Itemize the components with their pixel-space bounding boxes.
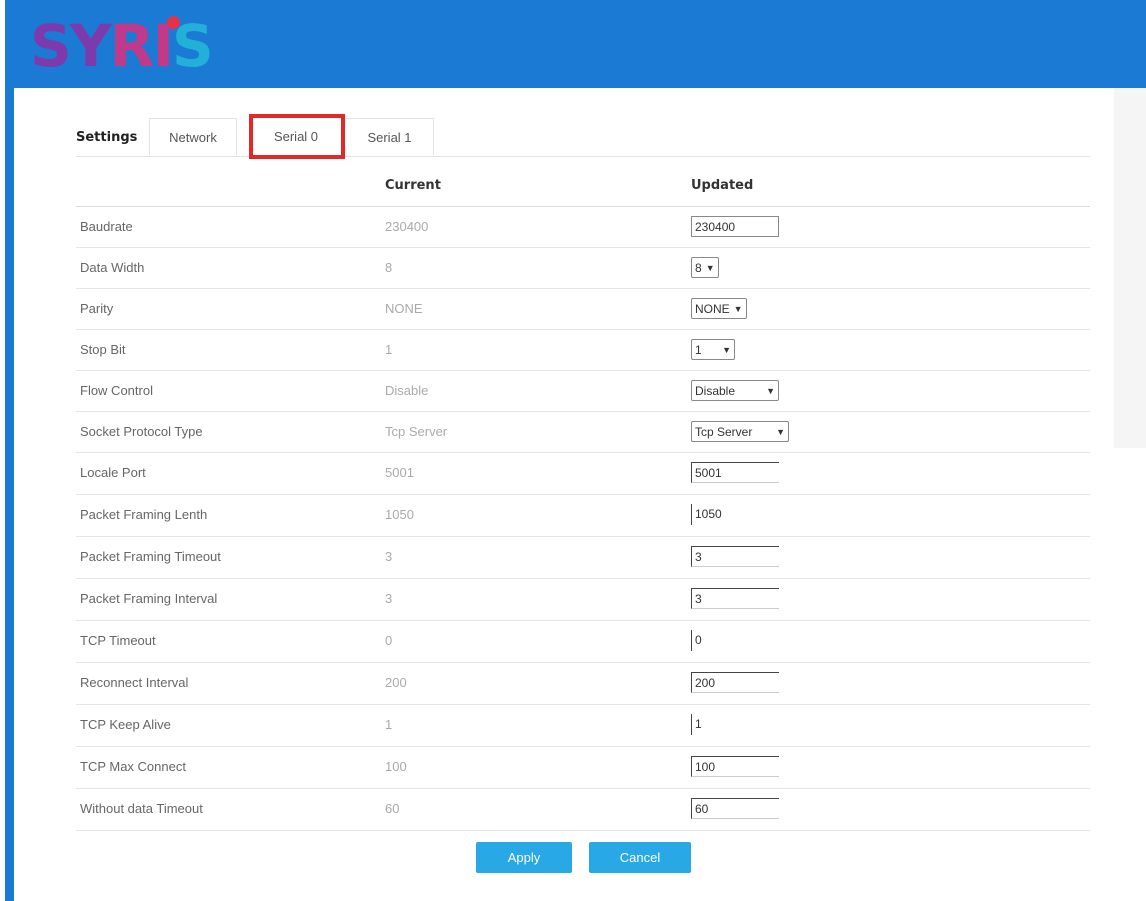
- panel-edge: [1114, 88, 1146, 448]
- row-label: Without data Timeout: [80, 801, 203, 816]
- parity-select[interactable]: NONE ▼: [691, 298, 747, 319]
- chevron-down-icon: ▼: [705, 262, 715, 273]
- table-row-socket-protocol-type: Socket Protocol Type Tcp Server Tcp Serv…: [76, 412, 1090, 453]
- row-label: TCP Timeout: [80, 633, 156, 648]
- row-label: Data Width: [80, 260, 145, 275]
- table-row-without-data-timeout: Without data Timeout 60 60: [76, 789, 1090, 831]
- chevron-down-icon: ▼: [722, 344, 731, 355]
- table-row-reconnect-interval: Reconnect Interval 200 200: [76, 663, 1090, 705]
- row-label: Packet Framing Interval: [80, 591, 218, 606]
- current-value: 8: [385, 260, 393, 275]
- syris-logo: SYRIS: [30, 12, 214, 80]
- current-value: 5001: [385, 465, 414, 480]
- apply-button[interactable]: Apply: [476, 842, 572, 873]
- cancel-button[interactable]: Cancel: [589, 842, 691, 873]
- tab-network[interactable]: Network: [149, 118, 237, 155]
- selected-tab-highlight: [249, 114, 345, 159]
- row-label: Stop Bit: [80, 342, 126, 357]
- table-row-flow-control: Flow Control Disable Disable ▼: [76, 371, 1090, 412]
- current-value: Tcp Server: [385, 424, 448, 439]
- chevron-down-icon: ▼: [766, 385, 775, 396]
- chevron-down-icon: ▼: [776, 426, 785, 437]
- data-width-select[interactable]: 8 ▼: [691, 257, 719, 278]
- current-value: 60: [385, 801, 400, 816]
- flow-control-select[interactable]: Disable ▼: [691, 380, 779, 401]
- locale-port-input[interactable]: 5001: [691, 462, 779, 483]
- table-row-locale-port: Locale Port 5001 5001: [76, 453, 1090, 495]
- current-value: 1: [385, 717, 393, 732]
- row-label: Packet Framing Lenth: [80, 507, 208, 522]
- row-label: Parity: [80, 301, 114, 316]
- row-label: TCP Keep Alive: [80, 717, 171, 732]
- current-value: 100: [385, 759, 407, 774]
- packet-framing-timeout-input[interactable]: 3: [691, 546, 779, 567]
- current-value: 1050: [385, 507, 414, 522]
- row-label: Reconnect Interval: [80, 675, 189, 690]
- current-value: NONE: [385, 301, 423, 316]
- col-current-header: Current: [385, 178, 441, 193]
- table-row-packet-framing-timeout: Packet Framing Timeout 3 3: [76, 537, 1090, 579]
- current-value: 3: [385, 549, 393, 564]
- col-updated-header: Updated: [691, 178, 754, 193]
- settings-tabs: Settings Network Serial 0 Serial 1: [76, 118, 1090, 157]
- settings-heading: Settings: [76, 130, 138, 145]
- row-label: Flow Control: [80, 383, 153, 398]
- table-row-data-width: Data Width 8 8 ▼: [76, 248, 1090, 289]
- current-value: 3: [385, 591, 393, 606]
- table-row-tcp-max-connect: TCP Max Connect 100 100: [76, 747, 1090, 789]
- baudrate-input[interactable]: 230400: [691, 216, 779, 237]
- tcp-max-connect-input[interactable]: 100: [691, 756, 779, 777]
- current-value: 230400: [385, 219, 429, 234]
- without-data-timeout-input[interactable]: 60: [691, 798, 779, 819]
- packet-framing-lenth-input[interactable]: 1050: [691, 504, 771, 525]
- tcp-timeout-input[interactable]: 0: [691, 630, 771, 651]
- table-row-baudrate: Baudrate 230400 230400: [76, 207, 1090, 248]
- current-value: 200: [385, 675, 407, 690]
- row-label: Baudrate: [80, 219, 133, 234]
- row-label: Locale Port: [80, 465, 146, 480]
- tab-serial-1[interactable]: Serial 1: [346, 118, 434, 155]
- current-value: 0: [385, 633, 393, 648]
- left-border-strip: [5, 88, 14, 901]
- row-label: TCP Max Connect: [80, 759, 186, 774]
- table-row-packet-framing-interval: Packet Framing Interval 3 3: [76, 579, 1090, 621]
- current-value: 1: [385, 342, 393, 357]
- tcp-keep-alive-input[interactable]: 1: [691, 714, 771, 735]
- table-header: Current Updated: [76, 156, 1090, 207]
- table-row-tcp-keep-alive: TCP Keep Alive 1 1: [76, 705, 1090, 747]
- table-row-tcp-timeout: TCP Timeout 0 0: [76, 621, 1090, 663]
- row-label: Packet Framing Timeout: [80, 549, 221, 564]
- stop-bit-select[interactable]: 1 ▼: [691, 339, 735, 360]
- row-label: Socket Protocol Type: [80, 424, 203, 439]
- table-row-packet-framing-lenth: Packet Framing Lenth 1050 1050: [76, 495, 1090, 537]
- current-value: Disable: [385, 383, 429, 398]
- table-row-parity: Parity NONE NONE ▼: [76, 289, 1090, 330]
- table-row-stop-bit: Stop Bit 1 1 ▼: [76, 330, 1090, 371]
- serial-settings-table: Current Updated Baudrate 230400 230400 D…: [76, 156, 1090, 831]
- socket-protocol-select[interactable]: Tcp Server ▼: [691, 421, 789, 442]
- chevron-down-icon: ▼: [733, 303, 743, 314]
- reconnect-interval-input[interactable]: 200: [691, 672, 779, 693]
- packet-framing-interval-input[interactable]: 3: [691, 588, 779, 609]
